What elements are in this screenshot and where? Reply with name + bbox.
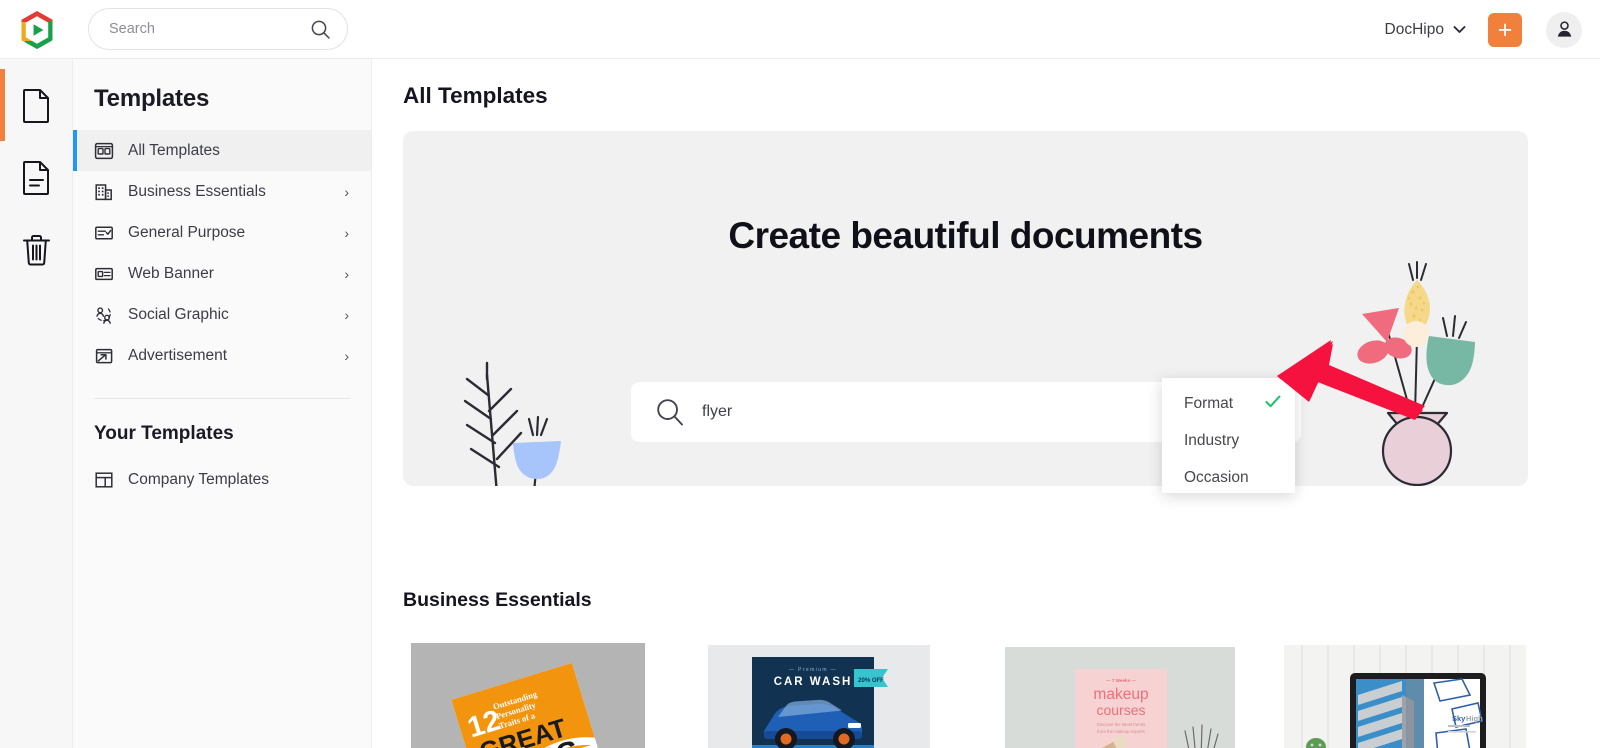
sidebar-nav-list: All Templates Business Essentials › Gene… — [73, 130, 371, 376]
dropdown-option-label: Industry — [1184, 431, 1240, 449]
your-templates-heading: Your Templates — [94, 423, 234, 444]
template-card[interactable]: — 7 Weeks — makeup courses Discover the … — [985, 635, 1235, 748]
rail-item-documents[interactable] — [0, 69, 73, 141]
svg-text:CAR WASH: CAR WASH — [774, 676, 853, 688]
sidebar-item-advertisement[interactable]: Advertisement › — [73, 335, 371, 376]
top-bar-right-group: DocHipo + — [1385, 0, 1582, 59]
chevron-right-icon: › — [344, 306, 349, 323]
search-input[interactable] — [109, 21, 310, 37]
app-root: DocHipo + — [0, 0, 1600, 748]
check-icon — [1265, 395, 1281, 413]
main-content: All Templates Create beautiful documents… — [372, 59, 1600, 748]
banner-icon — [93, 263, 114, 284]
plus-icon: + — [1497, 15, 1513, 44]
sidebar-item-label: Company Templates — [128, 470, 270, 488]
left-icon-rail — [0, 59, 73, 748]
svg-text:from the makeup experts: from the makeup experts — [1097, 729, 1145, 734]
workspace-label: DocHipo — [1384, 20, 1444, 38]
document-lines-icon — [21, 160, 52, 195]
svg-text:20% OFF: 20% OFF — [858, 678, 884, 684]
chevron-right-icon: › — [344, 347, 349, 364]
great-boss-brochure-template: 12 Outstanding Personality Traits of a G… — [403, 635, 653, 748]
hero-heading: Create beautiful documents — [728, 215, 1203, 256]
workspace-selector[interactable]: DocHipo — [1385, 21, 1466, 39]
rail-item-my-documents[interactable] — [0, 141, 73, 213]
company-grid-icon — [93, 469, 114, 490]
hero-panel: Create beautiful documents Format — [403, 131, 1528, 486]
svg-text:High: High — [1466, 714, 1483, 723]
template-card-grid: 12 Outstanding Personality Traits of a G… — [403, 635, 1526, 748]
templates-sidebar: Templates All Templates Business Essenti… — [73, 59, 372, 748]
svg-text:courses: courses — [1096, 702, 1145, 718]
dropdown-option-label: Occasion — [1184, 468, 1249, 486]
global-search-box[interactable] — [88, 8, 348, 50]
skyhigh-laptop-presentation-template: Sky High — [1276, 635, 1526, 748]
sidebar-divider — [94, 398, 350, 399]
svg-text:Discover the latest trends: Discover the latest trends — [1097, 722, 1145, 727]
svg-text:Sky: Sky — [1452, 714, 1466, 723]
sidebar-item-label: Social Graphic — [128, 305, 229, 323]
sidebar-item-label: All Templates — [128, 141, 220, 159]
trash-icon — [21, 232, 52, 267]
chevron-right-icon: › — [344, 265, 349, 282]
sidebar-item-label: Web Banner — [128, 264, 214, 282]
rail-item-trash[interactable] — [0, 213, 73, 285]
dropdown-option-industry[interactable]: Industry — [1162, 422, 1295, 459]
blank-page-icon — [21, 88, 52, 123]
svg-text:makeup: makeup — [1093, 686, 1148, 703]
people-icon — [93, 304, 114, 325]
chevron-right-icon: › — [344, 183, 349, 200]
format-dropdown-menu: Format Industry Occasion — [1162, 378, 1295, 493]
sidebar-item-company-templates[interactable]: Company Templates — [73, 459, 371, 500]
chevron-right-icon: › — [344, 224, 349, 241]
template-card[interactable]: 12 Outstanding Personality Traits of a G… — [403, 635, 653, 748]
makeup-courses-flyer-template: — 7 Weeks — makeup courses Discover the … — [985, 635, 1235, 748]
top-bar: DocHipo + — [0, 0, 1600, 59]
search-icon[interactable] — [310, 19, 331, 40]
page-title: All Templates — [403, 83, 548, 108]
user-avatar-icon — [1554, 19, 1575, 40]
flower-decoration-left-icon — [441, 353, 571, 486]
svg-text:— Premium —: — Premium — — [789, 667, 837, 673]
search-icon[interactable] — [655, 397, 685, 427]
dropdown-option-occasion[interactable]: Occasion — [1162, 459, 1295, 496]
building-icon — [93, 181, 114, 202]
flower-vase-decoration-right-icon — [1325, 256, 1500, 486]
account-avatar-button[interactable] — [1546, 11, 1582, 48]
sidebar-title: Templates — [94, 85, 210, 112]
sidebar-item-label: Business Essentials — [128, 182, 266, 200]
sidebar-item-label: Advertisement — [128, 346, 228, 364]
dochipo-play-logo[interactable] — [14, 7, 59, 52]
sidebar-item-all-templates[interactable]: All Templates — [73, 130, 371, 171]
create-new-button[interactable]: + — [1488, 12, 1522, 47]
sidebar-item-web-banner[interactable]: Web Banner › — [73, 253, 371, 294]
sidebar-item-social-graphic[interactable]: Social Graphic › — [73, 294, 371, 335]
sidebar-item-label: General Purpose — [128, 223, 246, 241]
grid-layout-icon — [93, 140, 114, 161]
sidebar-item-general-purpose[interactable]: General Purpose › — [73, 212, 371, 253]
dropdown-option-format[interactable]: Format — [1162, 385, 1295, 422]
ad-window-icon — [93, 345, 114, 366]
template-card[interactable]: — Premium — CAR WASH 20% OFF WE ARE NOW … — [694, 635, 944, 748]
hero-search-input[interactable] — [702, 403, 1180, 421]
svg-text:— 7 Weeks —: — 7 Weeks — — [1106, 678, 1136, 683]
your-templates-list: Company Templates — [73, 459, 371, 500]
chevron-down-icon — [1453, 25, 1466, 34]
section-title-business-essentials: Business Essentials — [403, 589, 592, 611]
template-card[interactable]: Sky High — [1276, 635, 1526, 748]
dropdown-option-label: Format — [1184, 394, 1234, 412]
sidebar-item-business-essentials[interactable]: Business Essentials › — [73, 171, 371, 212]
car-wash-flyer-template: — Premium — CAR WASH 20% OFF WE ARE NOW … — [694, 635, 944, 748]
checklist-icon — [93, 222, 114, 243]
